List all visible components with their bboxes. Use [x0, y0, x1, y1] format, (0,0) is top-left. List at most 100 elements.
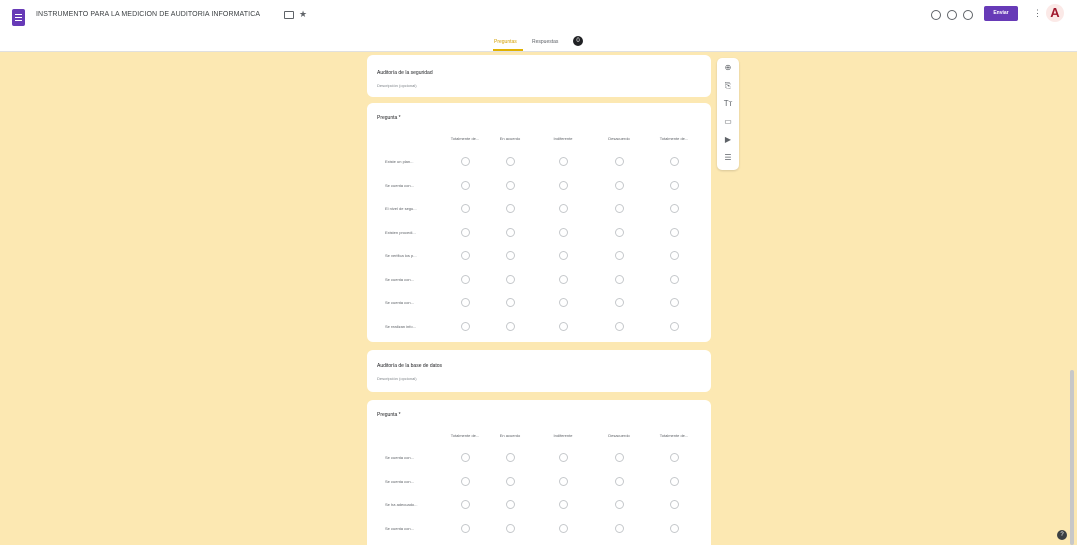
radio-button[interactable] [615, 251, 624, 260]
floating-toolbar: ⊕ ⎘ Tт ▭ ▶ ☰ [717, 58, 739, 170]
section-title[interactable]: Auditoría de la base de datos [377, 363, 442, 369]
grid-question-card[interactable]: Pregunta * Totalmente de... En acuerdo Ind… [367, 400, 711, 545]
help-icon[interactable]: ? [1057, 530, 1067, 540]
radio-button[interactable] [670, 180, 679, 190]
add-video-icon[interactable]: ▶ [722, 134, 734, 146]
tab-respuestas[interactable]: Respuestas [532, 39, 558, 45]
radio-button[interactable] [615, 157, 624, 166]
radio-button[interactable] [670, 453, 679, 462]
responses-count-badge: 0 [573, 36, 583, 46]
radio-button[interactable] [615, 298, 624, 307]
radio-button[interactable] [615, 500, 624, 509]
radio-button[interactable] [615, 523, 624, 533]
radio-button[interactable] [670, 274, 679, 284]
tab-preguntas[interactable]: Preguntas [494, 39, 517, 45]
radio-button[interactable] [461, 476, 470, 486]
radio-button[interactable] [670, 251, 679, 260]
radio-button[interactable] [461, 180, 470, 190]
move-to-folder-icon[interactable] [284, 11, 294, 19]
radio-button[interactable] [559, 227, 568, 237]
radio-button[interactable] [670, 476, 679, 486]
question-title[interactable]: Pregunta * [377, 412, 401, 418]
radio-button[interactable] [615, 227, 624, 237]
radio-button[interactable] [670, 321, 679, 331]
radio-button[interactable] [461, 453, 470, 462]
section-card[interactable]: Auditoría de la seguridad Descripción (o… [367, 55, 711, 97]
radio-button[interactable] [670, 227, 679, 237]
radio-button[interactable] [559, 453, 568, 462]
grid-column-header: Totalmente de... [450, 433, 480, 438]
radio-button[interactable] [461, 500, 470, 509]
radio-button[interactable] [461, 274, 470, 284]
add-title-icon[interactable]: Tт [722, 98, 734, 110]
scrollbar[interactable] [1070, 370, 1074, 545]
import-questions-icon[interactable]: ⎘ [722, 80, 734, 92]
radio-button[interactable] [461, 523, 470, 533]
grid-row-label: Se ha adecuado... [385, 502, 418, 507]
radio-button[interactable] [615, 180, 624, 190]
radio-button[interactable] [615, 476, 624, 486]
radio-button[interactable] [559, 321, 568, 331]
more-vert-icon[interactable]: ⋮ [1033, 8, 1042, 18]
radio-button[interactable] [559, 251, 568, 260]
customize-theme-icon[interactable] [931, 10, 941, 20]
grid-row-label: Se cuenta con... [385, 478, 414, 484]
radio-button[interactable] [615, 453, 624, 462]
radio-button[interactable] [559, 298, 568, 307]
google-forms-icon[interactable] [12, 9, 25, 26]
radio-button[interactable] [615, 204, 624, 213]
section-card[interactable]: Auditoría de la base de datos Descripció… [367, 350, 711, 392]
radio-button[interactable] [461, 251, 470, 260]
account-avatar[interactable]: A [1046, 4, 1064, 22]
radio-button[interactable] [461, 321, 470, 331]
settings-gear-icon[interactable] [963, 10, 973, 20]
grid-question-card[interactable]: Pregunta * Totalmente de... En acuerdo Ind… [367, 103, 711, 342]
radio-button[interactable] [559, 500, 568, 509]
add-image-icon[interactable]: ▭ [722, 116, 734, 128]
radio-button[interactable] [506, 523, 515, 533]
radio-button[interactable] [670, 157, 679, 166]
preview-eye-icon[interactable] [947, 10, 957, 20]
section-description[interactable]: Descripción (opcional) [377, 83, 417, 88]
radio-button[interactable] [506, 227, 515, 237]
radio-button[interactable] [461, 298, 470, 307]
radio-button[interactable] [670, 298, 679, 307]
radio-button[interactable] [461, 227, 470, 237]
radio-button[interactable] [559, 157, 568, 166]
question-title[interactable]: Pregunta * [377, 115, 401, 121]
radio-button[interactable] [506, 204, 515, 213]
radio-button[interactable] [506, 298, 515, 307]
active-tab-indicator [493, 49, 523, 51]
radio-button[interactable] [506, 180, 515, 190]
form-title[interactable]: INSTRUMENTO PARA LA MEDICION DE AUDITORI… [36, 11, 260, 18]
radio-button[interactable] [615, 274, 624, 284]
grid-row-label: Se cuenta con... [385, 525, 414, 531]
radio-button[interactable] [506, 274, 515, 284]
grid-row-label: Se cuenta con... [385, 182, 414, 188]
radio-button[interactable] [559, 476, 568, 486]
radio-button[interactable] [461, 204, 470, 213]
radio-button[interactable] [506, 500, 515, 509]
radio-button[interactable] [506, 453, 515, 462]
send-button[interactable]: Enviar [984, 6, 1018, 21]
radio-button[interactable] [506, 321, 515, 331]
star-icon[interactable]: ★ [299, 9, 307, 19]
add-question-icon[interactable]: ⊕ [722, 62, 734, 74]
radio-button[interactable] [506, 157, 515, 166]
add-section-icon[interactable]: ☰ [722, 152, 734, 164]
grid-column-header: En acuerdo [499, 136, 521, 141]
radio-button[interactable] [559, 204, 568, 213]
section-title[interactable]: Auditoría de la seguridad [377, 70, 433, 76]
radio-button[interactable] [506, 251, 515, 260]
radio-button[interactable] [615, 321, 624, 331]
radio-button[interactable] [461, 157, 470, 166]
radio-button[interactable] [559, 274, 568, 284]
grid-row-label: Existe un plan... [385, 159, 414, 164]
radio-button[interactable] [506, 476, 515, 486]
radio-button[interactable] [559, 523, 568, 533]
radio-button[interactable] [559, 180, 568, 190]
radio-button[interactable] [670, 204, 679, 213]
radio-button[interactable] [670, 500, 679, 509]
section-description[interactable]: Descripción (opcional) [377, 376, 417, 381]
radio-button[interactable] [670, 523, 679, 533]
